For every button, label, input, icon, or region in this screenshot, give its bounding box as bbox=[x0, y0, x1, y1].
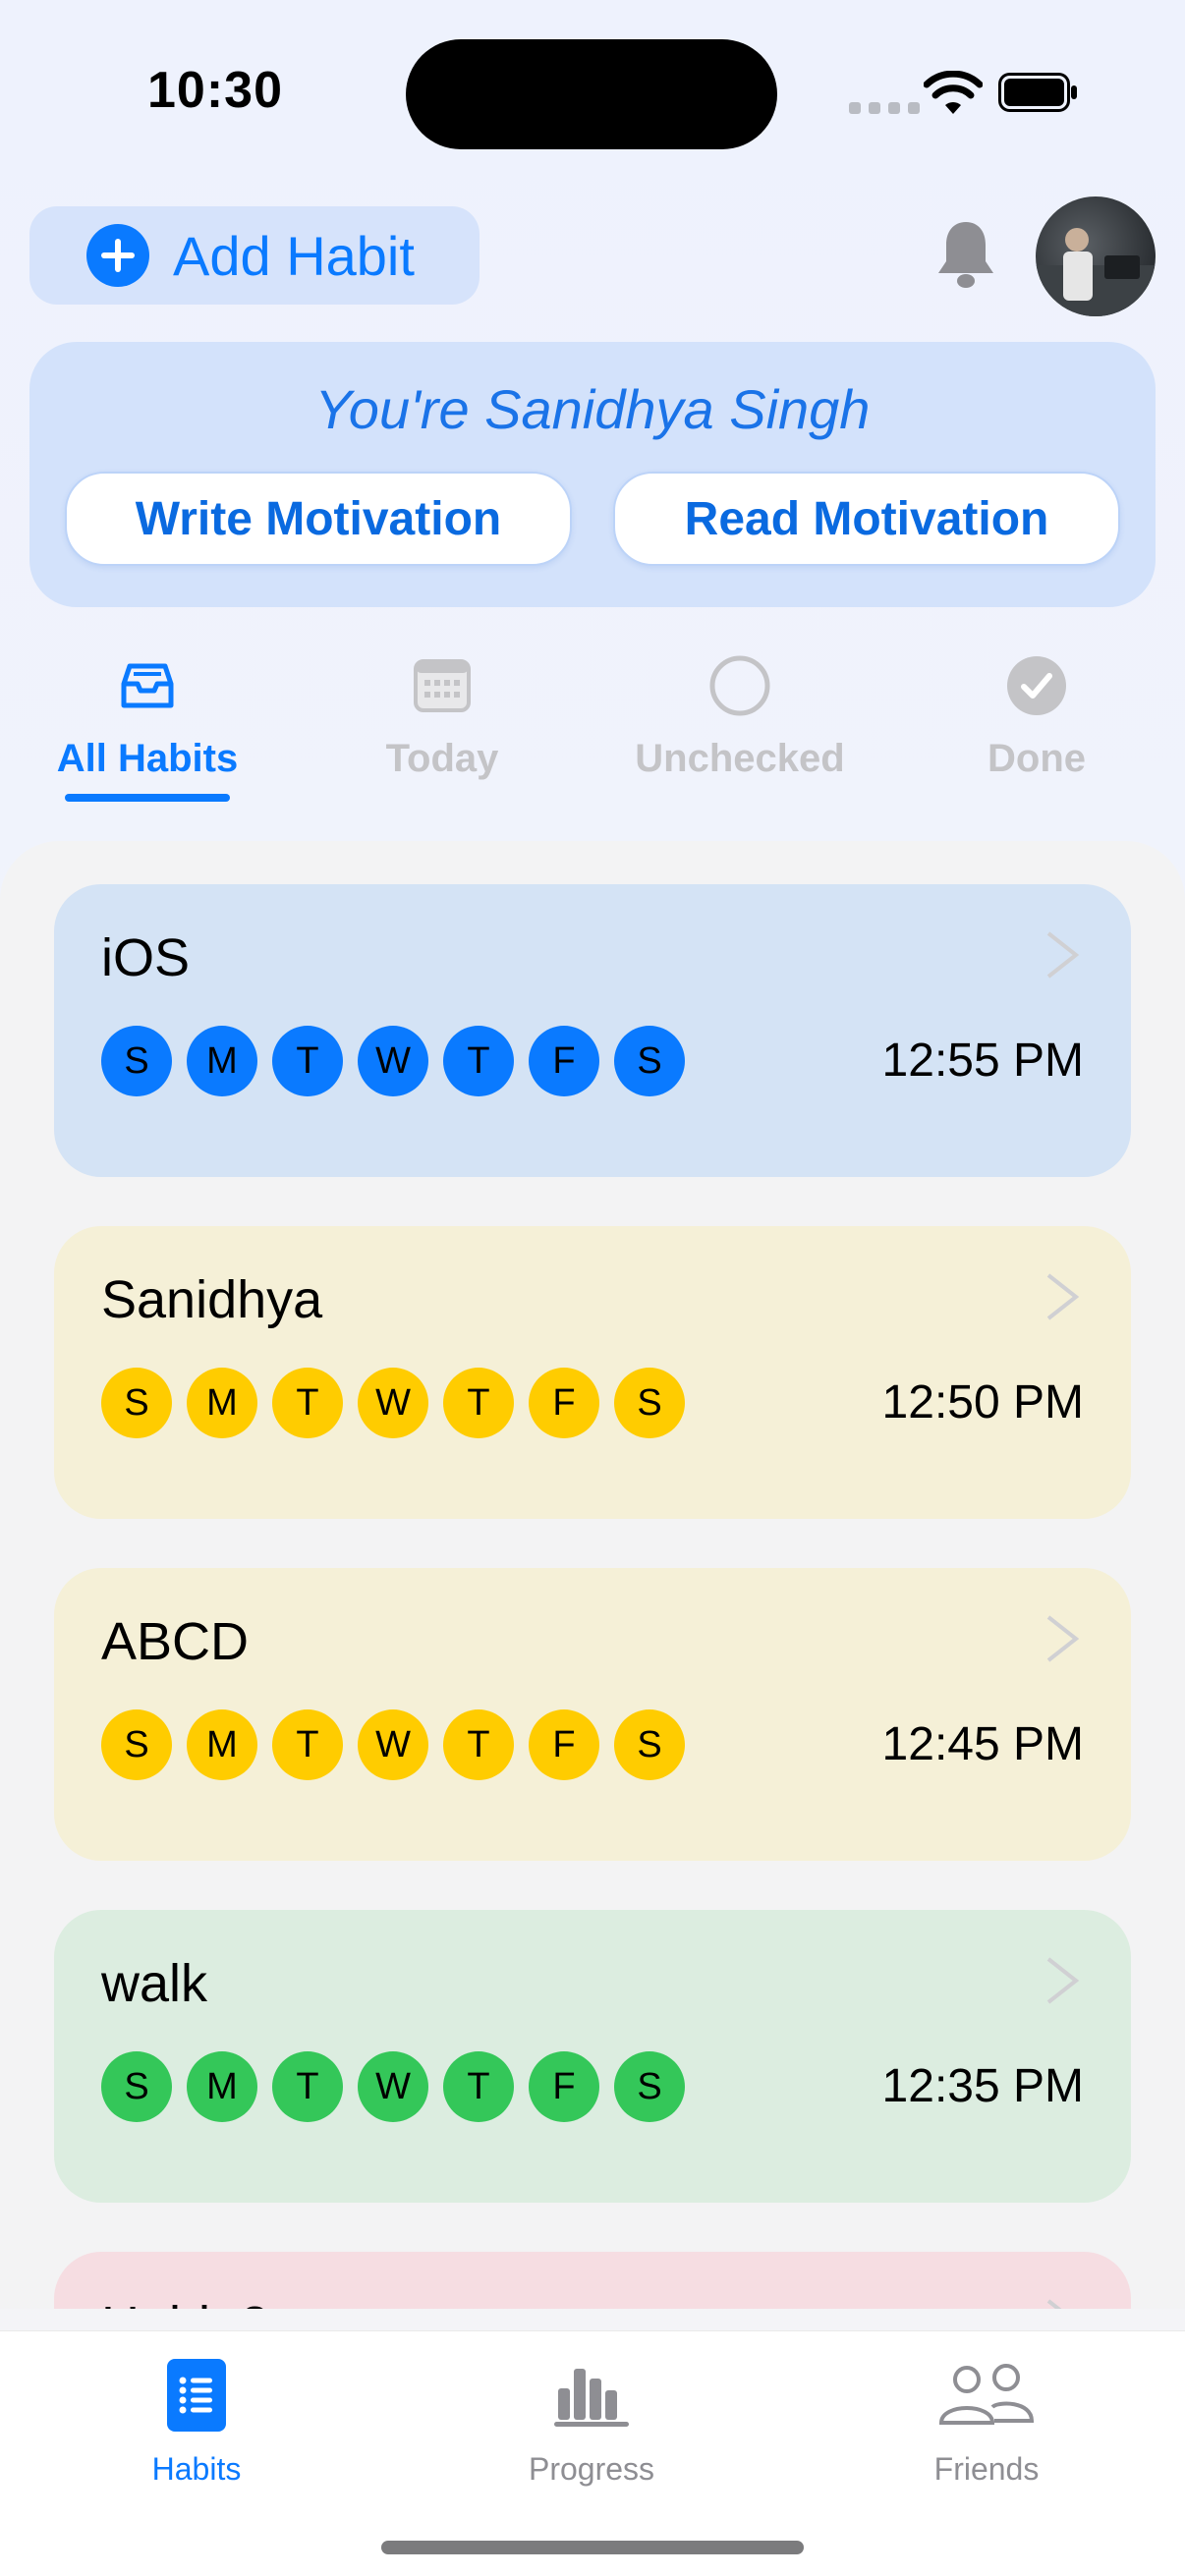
add-habit-button[interactable]: Add Habit bbox=[29, 206, 480, 305]
tab-label: Unchecked bbox=[635, 737, 845, 780]
weekday-circle: S bbox=[101, 1368, 172, 1438]
habit-card[interactable]: walk SMTWTFS 12:35 PM bbox=[54, 1910, 1131, 2203]
motivation-title: You're Sanidhya Singh bbox=[314, 378, 871, 440]
tray-icon bbox=[121, 663, 174, 708]
habit-card[interactable]: iOS SMTWTFS 12:55 PM bbox=[54, 884, 1131, 1177]
weekday-circle: S bbox=[614, 1026, 685, 1096]
tabbar-label: Habits bbox=[151, 2451, 242, 2487]
weekday-circle: F bbox=[529, 2051, 599, 2122]
weekday-circle: T bbox=[272, 2051, 343, 2122]
chart-bar-icon bbox=[554, 2369, 629, 2427]
habit-name: ABCD bbox=[101, 1612, 250, 1671]
weekday-circle: T bbox=[443, 2051, 514, 2122]
status-time: 10:30 bbox=[147, 62, 283, 119]
tab-label: All Habits bbox=[56, 737, 239, 780]
add-habit-label: Add Habit bbox=[173, 224, 415, 287]
habit-time: 12:45 PM bbox=[881, 1718, 1084, 1770]
tabbar-label: Progress bbox=[528, 2451, 655, 2487]
weekday-circle: F bbox=[529, 1026, 599, 1096]
weekday-circle: T bbox=[272, 1026, 343, 1096]
tab-unchecked[interactable]: Unchecked bbox=[612, 648, 868, 781]
weekday-circle: T bbox=[272, 1368, 343, 1438]
weekday-circle: W bbox=[358, 1368, 428, 1438]
motivation-card: You're Sanidhya Singh Write Motivation R… bbox=[29, 342, 1156, 607]
habit-name: Sanidhya bbox=[101, 1270, 323, 1329]
habit-name: walk bbox=[101, 1954, 208, 2013]
battery-icon bbox=[998, 73, 1077, 112]
cellular-signal-icon bbox=[849, 102, 920, 114]
weekday-circle: W bbox=[358, 2051, 428, 2122]
bottom-tab-bar: Habits Progress Friends bbox=[0, 2330, 1185, 2576]
weekday-circle: M bbox=[187, 1709, 257, 1780]
tab-label: Today bbox=[385, 737, 499, 780]
list-icon bbox=[167, 2359, 226, 2432]
habit-card[interactable]: ABCD SMTWTFS 12:45 PM bbox=[54, 1568, 1131, 1861]
tab-all-habits[interactable]: All Habits bbox=[20, 648, 275, 781]
weekday-circle: F bbox=[529, 1709, 599, 1780]
home-indicator bbox=[381, 2541, 804, 2554]
people-icon bbox=[938, 2364, 1035, 2425]
chevron-right-icon bbox=[1046, 1615, 1080, 1662]
weekday-row: SMTWTFS bbox=[101, 1368, 685, 1438]
weekday-circle: T bbox=[443, 1368, 514, 1438]
weekday-circle: M bbox=[187, 1026, 257, 1096]
weekday-row: SMTWTFS bbox=[101, 1709, 685, 1780]
weekday-circle: T bbox=[443, 1709, 514, 1780]
dynamic-island bbox=[406, 39, 777, 149]
weekday-circle: S bbox=[101, 1709, 172, 1780]
weekday-row: SMTWTFS bbox=[101, 1026, 685, 1096]
weekday-row: SMTWTFS bbox=[101, 2051, 685, 2122]
weekday-circle: M bbox=[187, 1368, 257, 1438]
weekday-circle: T bbox=[272, 1709, 343, 1780]
habits-list[interactable]: iOS SMTWTFS 12:55 PM Sanidhya SMTWTFS 12… bbox=[0, 841, 1185, 2309]
bell-icon[interactable] bbox=[933, 218, 998, 293]
plus-circle-icon bbox=[86, 224, 149, 287]
calendar-icon bbox=[414, 659, 471, 712]
weekday-circle: W bbox=[358, 1709, 428, 1780]
tab-today[interactable]: Today bbox=[314, 648, 570, 781]
tabbar-habits[interactable]: Habits bbox=[49, 2351, 344, 2488]
weekday-circle: S bbox=[614, 2051, 685, 2122]
habit-time: 12:35 PM bbox=[881, 2060, 1084, 2112]
chevron-right-icon bbox=[1046, 2299, 1062, 2309]
weekday-circle: S bbox=[614, 1368, 685, 1438]
checkmark-circle-icon bbox=[1007, 656, 1066, 715]
weekday-circle: S bbox=[101, 2051, 172, 2122]
circle-icon bbox=[709, 655, 770, 716]
tab-done[interactable]: Done bbox=[909, 648, 1164, 781]
weekday-circle: T bbox=[443, 1026, 514, 1096]
habit-name: Habit 2 bbox=[101, 2295, 269, 2309]
chevron-right-icon bbox=[1046, 1273, 1080, 1320]
habit-card[interactable]: Habit 2 bbox=[54, 2252, 1131, 2309]
profile-avatar[interactable] bbox=[1036, 196, 1156, 316]
tabbar-label: Friends bbox=[933, 2451, 1040, 2487]
write-motivation-button[interactable]: Write Motivation bbox=[65, 472, 572, 566]
habit-time: 12:50 PM bbox=[881, 1376, 1084, 1428]
weekday-circle: F bbox=[529, 1368, 599, 1438]
tab-selection-indicator bbox=[65, 794, 230, 802]
chevron-right-icon bbox=[1046, 931, 1080, 979]
wifi-icon bbox=[924, 71, 983, 114]
tabbar-friends[interactable]: Friends bbox=[839, 2351, 1134, 2488]
weekday-circle: S bbox=[101, 1026, 172, 1096]
habit-card[interactable]: Sanidhya SMTWTFS 12:50 PM bbox=[54, 1226, 1131, 1519]
weekday-circle: W bbox=[358, 1026, 428, 1096]
weekday-circle: M bbox=[187, 2051, 257, 2122]
chevron-right-icon bbox=[1046, 1957, 1080, 2004]
tab-label: Done bbox=[988, 737, 1086, 780]
habit-time: 12:55 PM bbox=[881, 1035, 1084, 1087]
read-motivation-button[interactable]: Read Motivation bbox=[613, 472, 1120, 566]
tabbar-progress[interactable]: Progress bbox=[444, 2351, 739, 2488]
weekday-circle: S bbox=[614, 1709, 685, 1780]
habit-name: iOS bbox=[101, 928, 191, 987]
